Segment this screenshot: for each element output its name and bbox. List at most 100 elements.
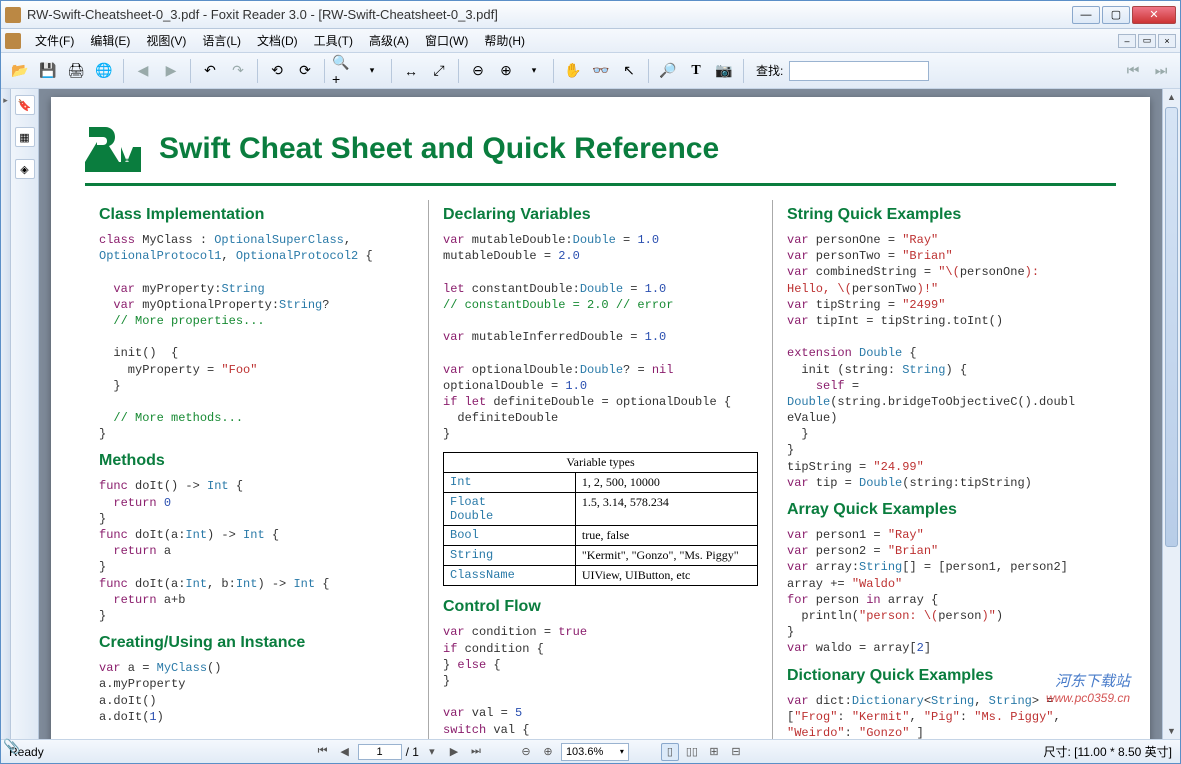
mdi-controls: – ▭ × [1118, 34, 1176, 48]
table-row: ClassNameUIView, UIButton, etc [444, 566, 758, 586]
sidepanel-toggle[interactable]: ▸ [1, 89, 11, 739]
menubar: 文件(F)编辑(E)视图(V)语言(L)文档(D)工具(T)高级(A)窗口(W)… [1, 29, 1180, 53]
redo-icon[interactable]: ↷ [225, 58, 251, 84]
undo-icon[interactable]: ↶ [197, 58, 223, 84]
facing-icon[interactable]: ⊞ [705, 743, 723, 761]
scroll-thumb[interactable] [1165, 107, 1178, 547]
rotate-cw-icon[interactable]: ⟳ [292, 58, 318, 84]
zoom-dropdown2-icon[interactable]: ▾ [521, 58, 547, 84]
page-nav-group: ⏮ ◀ / 1 ▾ ▶ ⏭ [314, 743, 485, 761]
zoom-in-icon[interactable]: 🔍+ [331, 58, 357, 84]
zoom-group: ⊖ ⊕ 103.6%▾ [517, 743, 629, 761]
code-block: var condition = true if condition { } el… [443, 624, 758, 739]
menu-编辑[interactable]: 编辑(E) [82, 30, 138, 51]
menu-高级[interactable]: 高级(A) [361, 30, 417, 51]
close-button[interactable]: ✕ [1132, 6, 1176, 24]
code-block: var mutableDouble:Double = 1.0 mutableDo… [443, 232, 758, 442]
section-heading: String Quick Examples [787, 206, 1102, 224]
attachments-icon[interactable]: 📎 [2, 736, 22, 739]
text-select-icon[interactable]: T [683, 58, 709, 84]
hand-tool-icon[interactable]: ✋ [560, 58, 586, 84]
print-icon[interactable]: 🖨 [63, 58, 89, 84]
next-page-icon[interactable]: ▶ [445, 743, 463, 761]
doc-title: Swift Cheat Sheet and Quick Reference [159, 132, 719, 166]
zoom-out-icon[interactable]: ⊖ [465, 58, 491, 84]
mdi-close-button[interactable]: × [1158, 34, 1176, 48]
menu-工具[interactable]: 工具(T) [306, 30, 361, 51]
zoom-dropdown-icon[interactable]: ▾ [359, 58, 385, 84]
prev-page-icon[interactable]: ◀ [336, 743, 354, 761]
table-cell: Float Double [444, 493, 576, 526]
document-viewer[interactable]: Swift Cheat Sheet and Quick Reference Cl… [39, 89, 1162, 739]
section-heading: Array Quick Examples [787, 501, 1102, 519]
section-heading: Dictionary Quick Examples [787, 667, 1102, 685]
menu-文档[interactable]: 文档(D) [249, 30, 306, 51]
section-heading: Declaring Variables [443, 206, 758, 224]
first-page-icon[interactable]: ⏮ [314, 743, 332, 761]
continuous-icon[interactable]: ▯▯ [683, 743, 701, 761]
last-page-icon[interactable]: ⏭ [467, 743, 485, 761]
statusbar: Ready ⏮ ◀ / 1 ▾ ▶ ⏭ ⊖ ⊕ 103.6%▾ ▯ ▯▯ ⊞ ⊟… [1, 739, 1180, 763]
page-input[interactable] [358, 744, 402, 760]
doc-header: Swift Cheat Sheet and Quick Reference [85, 121, 1116, 186]
section-heading: Class Implementation [99, 206, 414, 224]
separator [257, 59, 258, 83]
separator [743, 59, 744, 83]
scroll-up-icon[interactable]: ▲ [1163, 89, 1180, 105]
single-page-icon[interactable]: ▯ [661, 743, 679, 761]
column-2: Declaring Variables var mutableDouble:Do… [428, 200, 772, 739]
minimize-button[interactable]: — [1072, 6, 1100, 24]
code-block: var dict:Dictionary<String, String> = ["… [787, 693, 1102, 740]
open-icon[interactable]: 📂 [7, 58, 33, 84]
window-controls: — ▢ ✕ [1072, 6, 1176, 24]
sidebar: 🔖 ▦ ◈ 📎 [11, 89, 39, 739]
page-dropdown-icon[interactable]: ▾ [423, 743, 441, 761]
separator [123, 59, 124, 83]
fit-page-icon[interactable]: ⤢ [426, 58, 452, 84]
scroll-down-icon[interactable]: ▼ [1163, 723, 1180, 739]
menu-窗口[interactable]: 窗口(W) [417, 30, 476, 51]
page-dimensions: 尺寸: [11.00 * 8.50 英寸] [1043, 743, 1172, 760]
zoom-out-icon[interactable]: ⊖ [517, 743, 535, 761]
mdi-minimize-button[interactable]: – [1118, 34, 1136, 48]
mdi-restore-button[interactable]: ▭ [1138, 34, 1156, 48]
bookmarks-icon[interactable]: 🔖 [15, 95, 35, 115]
table-cell: String [444, 546, 576, 566]
binoculars-icon[interactable]: 🔎 [655, 58, 681, 84]
search-label: 查找: [756, 62, 783, 79]
select-icon[interactable]: ↖ [616, 58, 642, 84]
next-page-icon[interactable]: ▶ [158, 58, 184, 84]
vertical-scrollbar[interactable]: ▲ ▼ [1162, 89, 1180, 739]
view-mode-group: ▯ ▯▯ ⊞ ⊟ [661, 743, 745, 761]
save-icon[interactable]: 💾 [35, 58, 61, 84]
menu-语言[interactable]: 语言(L) [194, 30, 249, 51]
menu-文件[interactable]: 文件(F) [27, 30, 82, 51]
find-next-icon[interactable]: ⏭ [1148, 58, 1174, 84]
thumbnails-icon[interactable]: ▦ [15, 127, 35, 147]
search-input[interactable] [789, 61, 929, 81]
section-heading: Methods [99, 452, 414, 470]
rotate-ccw-icon[interactable]: ⟲ [264, 58, 290, 84]
snapshot-icon[interactable]: 📷 [711, 58, 737, 84]
zoom-in-icon2[interactable]: ⊕ [493, 58, 519, 84]
code-block: class MyClass : OptionalSuperClass, Opti… [99, 232, 414, 442]
app-icon [5, 7, 21, 23]
maximize-button[interactable]: ▢ [1102, 6, 1130, 24]
code-block: var person1 = "Ray" var person2 = "Brian… [787, 527, 1102, 657]
fit-width-icon[interactable]: ↔ [398, 58, 424, 84]
find-prev-icon[interactable]: ⏮ [1120, 58, 1146, 84]
zoom-select[interactable]: 103.6%▾ [561, 743, 629, 761]
menu-视图[interactable]: 视图(V) [138, 30, 194, 51]
continuous-facing-icon[interactable]: ⊟ [727, 743, 745, 761]
table-cell: 1.5, 3.14, 578.234 [575, 493, 757, 526]
layers-icon[interactable]: ◈ [15, 159, 35, 179]
table-cell: Bool [444, 526, 576, 546]
prev-page-icon[interactable]: ◀ [130, 58, 156, 84]
table-row: Booltrue, false [444, 526, 758, 546]
table-caption: Variable types [443, 452, 758, 472]
menu-帮助[interactable]: 帮助(H) [476, 30, 533, 51]
glasses-icon[interactable]: 👓 [588, 58, 614, 84]
page-total: / 1 [406, 745, 419, 759]
email-icon[interactable]: 🌐 [91, 58, 117, 84]
zoom-in-icon[interactable]: ⊕ [539, 743, 557, 761]
